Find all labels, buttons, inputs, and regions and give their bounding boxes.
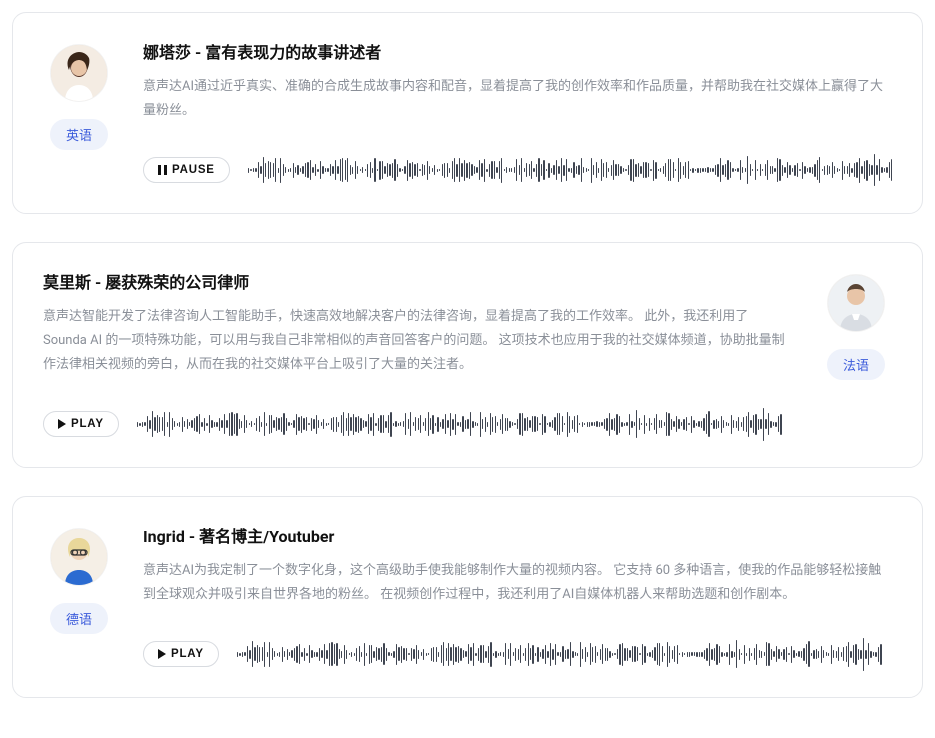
language-badge: 法语: [827, 349, 885, 380]
testimonial-title: Ingrid - 著名博主/Youtuber: [143, 523, 892, 547]
play-icon: [158, 649, 166, 659]
testimonial-title: 莫里斯 - 屡获殊荣的公司律师: [43, 269, 792, 293]
testimonial-description: 意声达AI通过近乎真实、准确的合成生成故事内容和配音，显着提高了我的创作效率和作…: [143, 75, 892, 123]
testimonial-title: 娜塔莎 - 富有表现力的故事讲述者: [143, 39, 892, 63]
play-button[interactable]: PLAY: [43, 411, 119, 437]
audio-player: PAUSE: [143, 153, 892, 187]
language-badge: 英语: [50, 119, 108, 150]
testimonial-description: 意声达AI为我定制了一个数字化身，这个高级助手使我能够制作大量的视频内容。 它支…: [143, 559, 892, 607]
avatar: [51, 529, 107, 585]
card-side: 法语: [820, 269, 892, 380]
card-main: 莫里斯 - 屡获殊荣的公司律师 意声达智能开发了法律咨询人工智能助手，快速高效地…: [43, 269, 792, 441]
pause-button[interactable]: PAUSE: [143, 157, 230, 183]
play-icon: [58, 419, 66, 429]
pause-icon: [158, 165, 167, 175]
language-badge: 德语: [50, 603, 108, 634]
avatar-person-icon: [51, 529, 107, 585]
testimonial-card: 法语 莫里斯 - 屡获殊荣的公司律师 意声达智能开发了法律咨询人工智能助手，快速…: [12, 242, 923, 468]
avatar: [51, 45, 107, 101]
card-main: 娜塔莎 - 富有表现力的故事讲述者 意声达AI通过近乎真实、准确的合成生成故事内…: [143, 39, 892, 187]
button-label: PAUSE: [172, 164, 215, 176]
avatar-person-icon: [828, 275, 884, 331]
waveform[interactable]: [237, 637, 892, 671]
waveform[interactable]: [137, 407, 792, 441]
audio-player: PLAY: [43, 407, 792, 441]
testimonial-description: 意声达智能开发了法律咨询人工智能助手，快速高效地解决客户的法律咨询，显着提高了我…: [43, 305, 792, 377]
play-button[interactable]: PLAY: [143, 641, 219, 667]
waveform[interactable]: [248, 153, 892, 187]
avatar: [828, 275, 884, 331]
button-label: PLAY: [71, 418, 104, 430]
card-side: 德语: [43, 523, 115, 634]
audio-player: PLAY: [143, 637, 892, 671]
card-main: Ingrid - 著名博主/Youtuber 意声达AI为我定制了一个数字化身，…: [143, 523, 892, 671]
avatar-person-icon: [51, 45, 107, 101]
testimonial-card: 德语 Ingrid - 著名博主/Youtuber 意声达AI为我定制了一个数字…: [12, 496, 923, 698]
button-label: PLAY: [171, 648, 204, 660]
testimonial-card: 英语 娜塔莎 - 富有表现力的故事讲述者 意声达AI通过近乎真实、准确的合成生成…: [12, 12, 923, 214]
card-side: 英语: [43, 39, 115, 150]
